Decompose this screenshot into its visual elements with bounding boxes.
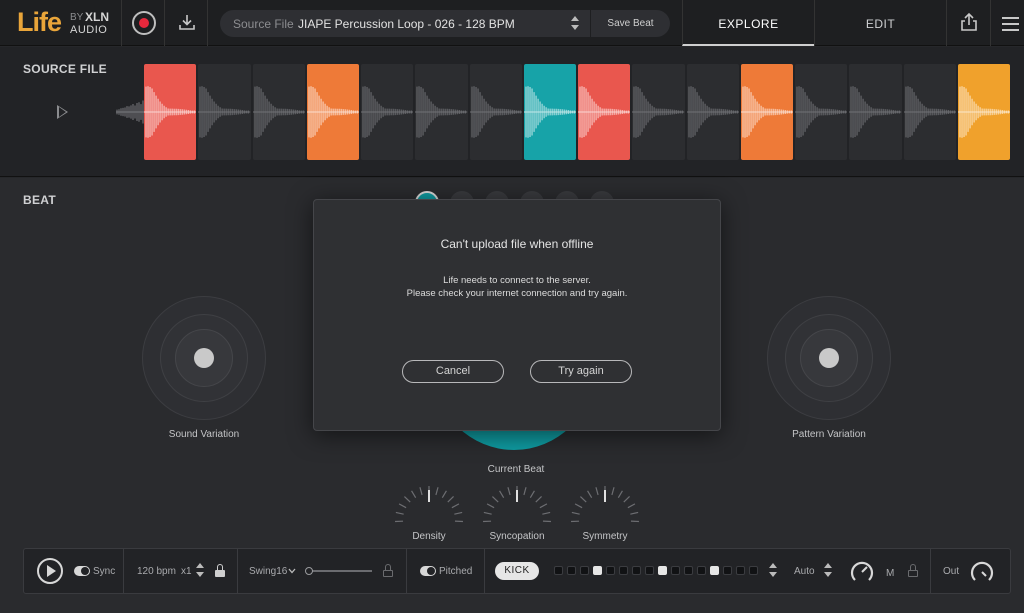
cancel-button[interactable]: Cancel (402, 360, 504, 383)
dialog-message-line2: Please check your internet connection an… (406, 288, 628, 299)
dialog-title: Can't upload file when offline (440, 237, 594, 251)
offline-dialog: Can't upload file when offline Life need… (313, 199, 721, 431)
try-again-button[interactable]: Try again (530, 360, 632, 383)
dialog-message-line1: Life needs to connect to the server. (443, 275, 591, 286)
modal-overlay: Can't upload file when offline Life need… (0, 0, 1024, 613)
